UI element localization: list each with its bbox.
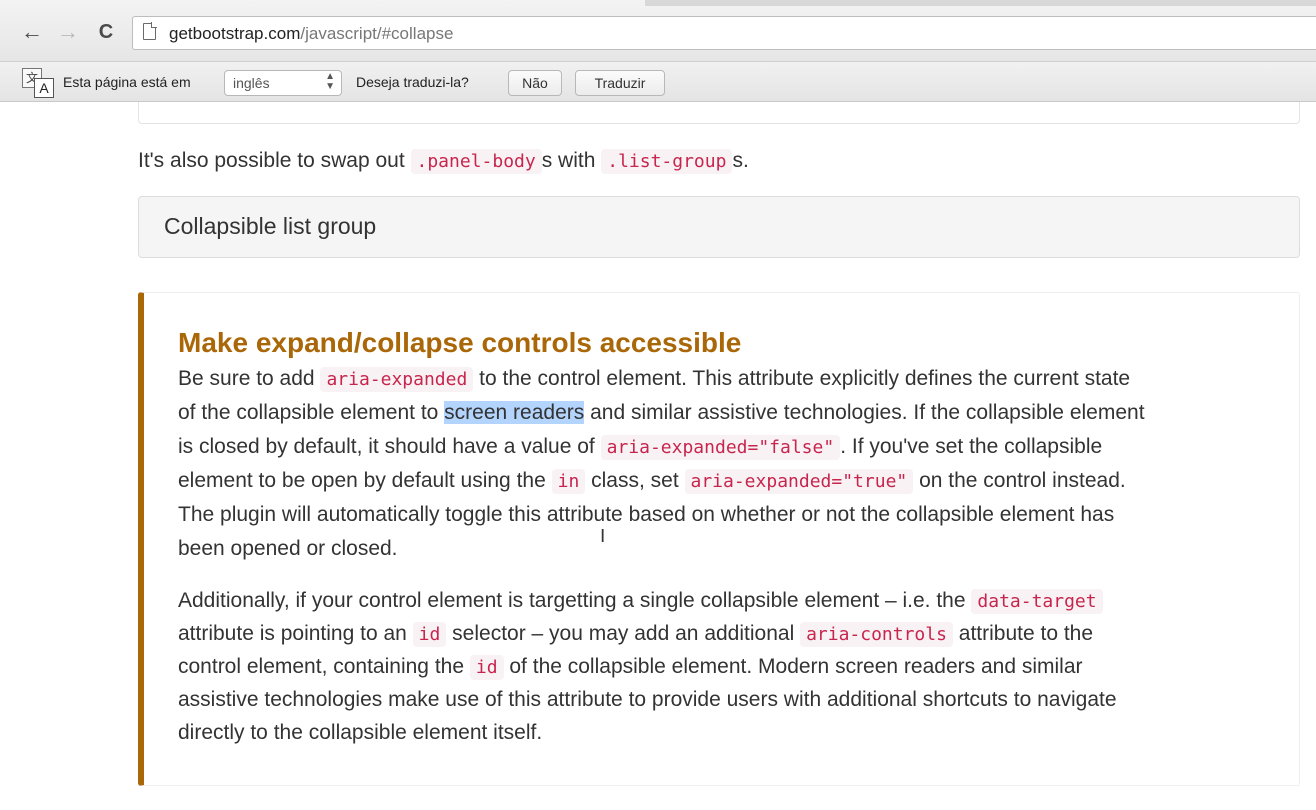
reload-button[interactable]: C: [94, 18, 118, 46]
address-bar[interactable]: getbootstrap.com/javascript/#collapse: [132, 16, 1316, 50]
accessibility-callout: Make expand/collapse controls accessible…: [138, 292, 1300, 786]
code-in: in: [551, 469, 586, 494]
callout-p1-line-1: Be sure to add aria-expanded to the cont…: [178, 367, 1131, 392]
callout-p1-line-6: been opened or closed.: [178, 537, 398, 560]
text: of the collapsible element. Modern scree…: [503, 655, 1083, 678]
text: attribute is pointing to an: [178, 622, 413, 645]
text: attribute to the: [952, 622, 1094, 645]
language-select-value: inglês: [233, 75, 270, 91]
callout-p2-line-3: control element, containing the id of th…: [178, 655, 1083, 680]
translate-infobar: 文 A Esta página está em inglês ▲ ▼ Deseja…: [0, 62, 1316, 102]
callout-p1-line-3: is closed by default, it should have a v…: [178, 435, 1103, 460]
url-host: getbootstrap.com: [169, 24, 301, 43]
panel-title[interactable]: Collapsible list group: [164, 213, 376, 240]
tab-strip-edge: [645, 0, 1316, 6]
text: . If you've set the collapsible: [840, 435, 1103, 458]
url-text: getbootstrap.com/javascript/#collapse: [169, 24, 453, 44]
text: Additionally, if your control element is…: [178, 589, 972, 612]
code-panel-body: .panel-body: [410, 149, 542, 174]
code-aria-expanded-false: aria-expanded="false": [600, 435, 841, 460]
code-aria-expanded: aria-expanded: [320, 367, 474, 392]
forward-button[interactable]: →: [56, 18, 80, 46]
text-cursor-icon: I: [600, 526, 606, 547]
select-updown-icon: ▲ ▼: [325, 71, 335, 92]
browser-toolbar: ← → C getbootstrap.com/javascript/#colla…: [0, 0, 1316, 62]
callout-p2-line-5: directly to the collapsible element itse…: [178, 721, 543, 744]
translate-button[interactable]: Traduzir: [575, 70, 665, 96]
translate-question-text: Deseja traduzi-la?: [356, 74, 469, 90]
callout-p1-line-2: of the collapsible element to screen rea…: [178, 401, 1145, 425]
callout-p2-line-4: assistive technologies make use of this …: [178, 688, 1117, 711]
code-id: id: [469, 655, 504, 680]
callout-p1-line-5: The plugin will automatically toggle thi…: [178, 503, 1115, 526]
callout-p2-line-2: attribute is pointing to an id selector …: [178, 622, 1094, 647]
page-icon: [143, 22, 157, 40]
callout-p1-line-4: element to be open by default using the …: [178, 469, 1126, 494]
url-path: /javascript/#collapse: [300, 24, 454, 43]
page-content: It's also possible to swap out .panel-bo…: [0, 102, 1316, 810]
text: of the collapsible element to: [178, 401, 445, 424]
callout-p2-line-1: Additionally, if your control element is…: [178, 589, 1103, 614]
decline-translate-button[interactable]: Não: [508, 70, 562, 96]
code-list-group: .list-group: [601, 149, 733, 174]
collapsible-list-group-panel[interactable]: Collapsible list group: [138, 196, 1300, 258]
translate-icon-glyph-target: A: [34, 78, 54, 98]
text: and similar assistive technologies. If t…: [584, 401, 1145, 424]
previous-example-box: [138, 102, 1300, 124]
translate-icon: 文 A: [20, 66, 56, 98]
text: element to be open by default using the: [178, 469, 552, 492]
text: control element, containing the: [178, 655, 470, 678]
forward-arrow-icon: →: [57, 19, 79, 44]
language-select[interactable]: inglês ▲ ▼: [224, 70, 342, 96]
code-aria-expanded-true: aria-expanded="true": [684, 469, 914, 494]
code-data-target: data-target: [971, 589, 1103, 614]
text: selector – you may add an additional: [446, 622, 801, 645]
text: to the control element. This attribute e…: [473, 367, 1131, 390]
text: is closed by default, it should have a v…: [178, 435, 601, 458]
swap-note-text-2: s with: [541, 149, 602, 172]
callout-title: Make expand/collapse controls accessible: [178, 327, 742, 358]
code-aria-controls: aria-controls: [800, 622, 953, 647]
text: class, set: [585, 469, 685, 492]
translate-prefix-text: Esta página está em: [63, 74, 191, 90]
code-id: id: [412, 622, 447, 647]
back-arrow-icon: ←: [21, 19, 43, 44]
reload-icon: C: [98, 21, 114, 43]
swap-note-paragraph: It's also possible to swap out .panel-bo…: [138, 144, 749, 179]
text: Be sure to add: [178, 367, 321, 390]
swap-note-text-1: It's also possible to swap out: [138, 149, 411, 172]
back-button[interactable]: ←: [20, 18, 44, 46]
selected-text: screen readers: [444, 401, 585, 424]
swap-note-text-3: s.: [732, 149, 749, 172]
text: on the control instead.: [913, 469, 1126, 492]
